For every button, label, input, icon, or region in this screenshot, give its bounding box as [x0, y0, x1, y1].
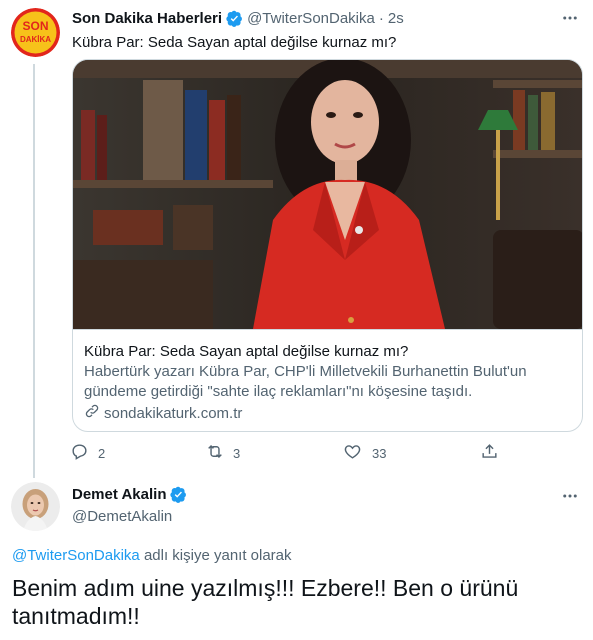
thread-line — [33, 64, 35, 478]
card-image — [73, 60, 582, 330]
separator-dot: · — [378, 9, 384, 27]
tweet-header: Son Dakika Haberleri @TwiterSonDakika · … — [72, 8, 404, 28]
svg-text:SON: SON — [22, 19, 48, 33]
verified-badge-icon — [226, 10, 243, 27]
retweet-icon — [205, 442, 225, 464]
reply-to-mention[interactable]: @TwiterSonDakika — [12, 547, 140, 564]
card-title: Kübra Par: Seda Sayan aptal değilse kurn… — [84, 343, 409, 360]
reply-icon — [70, 442, 89, 464]
reply-button[interactable]: 2 — [70, 442, 105, 464]
like-button[interactable]: 33 — [343, 442, 386, 464]
reply-author-row: Demet Akalin — [72, 486, 187, 503]
share-button[interactable] — [480, 442, 499, 464]
reply-author-handle[interactable]: @DemetAkalin — [72, 508, 172, 525]
like-count: 33 — [372, 445, 387, 461]
verified-badge-icon — [170, 486, 187, 503]
son-dakika-avatar[interactable]: SON DAKİKA — [11, 8, 60, 57]
link-card[interactable]: Kübra Par: Seda Sayan aptal değilse kurn… — [72, 59, 583, 432]
replying-to: @TwiterSonDakika adlı kişiye yanıt olara… — [12, 547, 292, 564]
more-options-icon[interactable] — [560, 8, 580, 28]
tweet-actions: 2 3 33 — [70, 442, 500, 462]
card-body: Kübra Par: Seda Sayan aptal değilse kurn… — [84, 342, 574, 425]
like-icon — [343, 442, 362, 464]
author-handle[interactable]: @TwiterSonDakika — [247, 10, 375, 27]
reply-author-name[interactable]: Demet Akalin — [72, 486, 166, 503]
retweet-button[interactable]: 3 — [205, 442, 240, 464]
reply-count: 2 — [98, 445, 106, 461]
author-name[interactable]: Son Dakika Haberleri — [72, 10, 222, 27]
demet-akalin-avatar[interactable] — [11, 482, 60, 531]
card-link[interactable]: sondakikaturk.com.tr — [84, 403, 574, 425]
card-description: Habertürk yazarı Kübra Par, CHP'li Mille… — [84, 363, 527, 400]
svg-text:DAKİKA: DAKİKA — [20, 35, 51, 44]
reply-text: Benim adım uine yazılmış!!! Ezbere!! Ben… — [12, 575, 519, 629]
retweet-count: 3 — [233, 445, 241, 461]
share-icon — [480, 442, 499, 464]
card-domain: sondakikaturk.com.tr — [104, 405, 243, 422]
link-icon — [84, 403, 104, 425]
more-options-icon[interactable] — [560, 486, 580, 506]
tweet-text: Kübra Par: Seda Sayan aptal değilse kurn… — [72, 34, 397, 51]
reply-to-suffix: adlı kişiye yanıt olarak — [139, 547, 292, 564]
tweet-time[interactable]: 2s — [388, 10, 404, 27]
